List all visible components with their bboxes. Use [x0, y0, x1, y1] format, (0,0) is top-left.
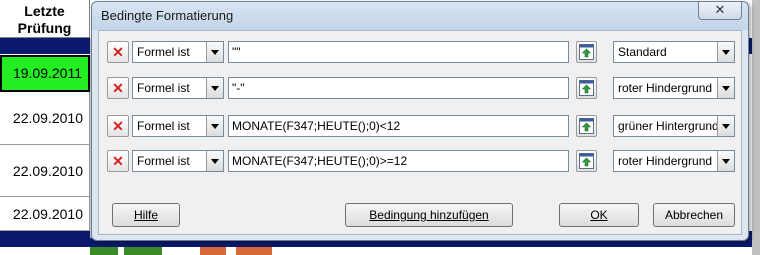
delete-x-icon[interactable]: ✕ — [107, 77, 129, 99]
condition-row: ✕ Formel ist "-" roter Hindergrund — [99, 73, 741, 103]
condition-type-value: Formel ist — [137, 45, 190, 59]
window-edge — [752, 0, 760, 255]
column-header-letzte-pruefung[interactable]: Letzte Prüfung — [0, 0, 90, 38]
ok-button-label: OK — [590, 208, 608, 222]
delete-x-icon[interactable]: ✕ — [107, 41, 129, 63]
add-condition-button-label: Bedingung hinzufügen — [369, 208, 489, 222]
column-header-line2: Prüfung — [17, 20, 72, 36]
cell-style-select[interactable]: roter Hindergrund — [613, 150, 735, 172]
chevron-down-icon[interactable] — [206, 78, 223, 98]
cell-style-select[interactable]: grüner Hintergrund — [613, 115, 735, 137]
date-cell[interactable]: 22.09.2010 — [0, 92, 90, 145]
condition-row: ✕ Formel ist MONATE(F347;HEUTE();0)>=12 … — [99, 146, 741, 176]
ok-button[interactable]: OK — [559, 203, 639, 227]
formula-input[interactable]: MONATE(F347;HEUTE();0)>=12 — [228, 150, 569, 172]
dialog-client-area: ✕ Formel ist "" Standard ✕ Formel ist "-… — [98, 30, 742, 235]
condition-type-value: Formel ist — [137, 81, 190, 95]
chevron-down-icon[interactable] — [206, 42, 223, 62]
condition-type-value: Formel ist — [137, 119, 190, 133]
chevron-down-icon[interactable] — [206, 116, 223, 136]
formula-value: "" — [232, 45, 241, 59]
cancel-button[interactable]: Abbrechen — [653, 203, 735, 227]
condition-type-select[interactable]: Formel ist — [132, 77, 224, 99]
column-header-line1: Letzte — [24, 3, 65, 19]
condition-row: ✕ Formel ist "" Standard — [99, 37, 741, 67]
chevron-down-icon[interactable] — [206, 151, 223, 171]
conditional-formatting-dialog: Bedingte Formatierung ✕ ✕ Formel ist "" … — [91, 1, 749, 241]
formula-value: MONATE(F347;HEUTE();0)<12 — [232, 119, 401, 133]
cell-style-select[interactable]: Standard — [613, 41, 735, 63]
shrink-dialog-icon[interactable] — [576, 77, 597, 99]
condition-type-select[interactable]: Formel ist — [132, 115, 224, 137]
chevron-down-icon[interactable] — [717, 78, 734, 98]
cell-style-value: grüner Hintergrund — [618, 119, 719, 133]
dialog-title: Bedingte Formatierung — [101, 8, 234, 23]
close-button[interactable]: ✕ — [698, 2, 742, 20]
formula-input[interactable]: "-" — [228, 77, 569, 99]
shrink-dialog-icon[interactable] — [576, 115, 597, 137]
condition-type-select[interactable]: Formel ist — [132, 41, 224, 63]
date-cell[interactable]: 22.09.2010 — [0, 197, 90, 231]
chevron-down-icon[interactable] — [717, 151, 734, 171]
formula-value: MONATE(F347;HEUTE();0)>=12 — [232, 154, 408, 168]
cell-style-value: roter Hindergrund — [618, 154, 713, 168]
delete-x-icon[interactable]: ✕ — [107, 115, 129, 137]
add-condition-button[interactable]: Bedingung hinzufügen — [345, 203, 513, 227]
cell-style-value: roter Hindergrund — [618, 81, 713, 95]
formula-input[interactable]: MONATE(F347;HEUTE();0)<12 — [228, 115, 569, 137]
chevron-down-icon[interactable] — [717, 42, 734, 62]
shrink-dialog-icon[interactable] — [576, 41, 597, 63]
formula-value: "-" — [232, 81, 245, 95]
condition-type-select[interactable]: Formel ist — [132, 150, 224, 172]
cell-style-value: Standard — [618, 45, 667, 59]
formula-input[interactable]: "" — [228, 41, 569, 63]
help-button-label: Hilfe — [133, 208, 158, 222]
date-cell-selected[interactable]: 19.09.2011 — [0, 55, 90, 92]
cell-style-select[interactable]: roter Hindergrund — [613, 77, 735, 99]
condition-type-value: Formel ist — [137, 154, 190, 168]
dialog-titlebar[interactable]: Bedingte Formatierung ✕ — [92, 2, 748, 30]
delete-x-icon[interactable]: ✕ — [107, 150, 129, 172]
chevron-down-icon[interactable] — [717, 116, 734, 136]
date-cell[interactable]: 22.09.2010 — [0, 145, 90, 197]
condition-row: ✕ Formel ist MONATE(F347;HEUTE();0)<12 g… — [99, 111, 741, 141]
shrink-dialog-icon[interactable] — [576, 150, 597, 172]
help-button[interactable]: Hilfe — [112, 203, 180, 227]
